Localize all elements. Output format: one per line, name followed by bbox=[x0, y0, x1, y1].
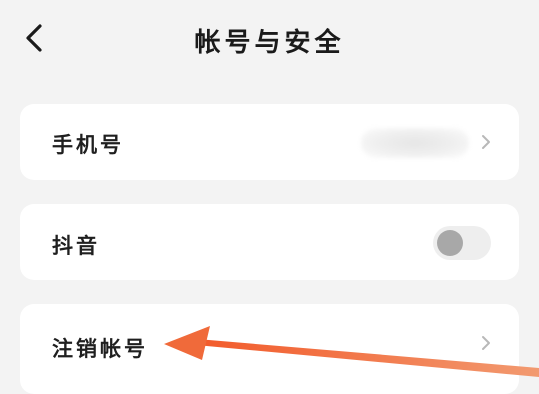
phone-number-row[interactable]: 手机号 bbox=[20, 104, 519, 180]
douyin-row: 抖音 bbox=[20, 204, 519, 280]
douyin-toggle[interactable] bbox=[433, 226, 491, 260]
douyin-label: 抖音 bbox=[52, 234, 100, 258]
chevron-right-icon bbox=[482, 135, 490, 149]
toggle-knob bbox=[437, 230, 463, 256]
page-title: 帐号与安全 bbox=[194, 28, 345, 58]
phone-number-label: 手机号 bbox=[52, 133, 124, 157]
phone-number-value-blurred bbox=[361, 128, 469, 158]
annotation-arrow bbox=[164, 326, 539, 377]
cancel-account-label: 注销帐号 bbox=[52, 337, 148, 361]
navigation-bar: 帐号与安全 bbox=[0, 0, 539, 80]
